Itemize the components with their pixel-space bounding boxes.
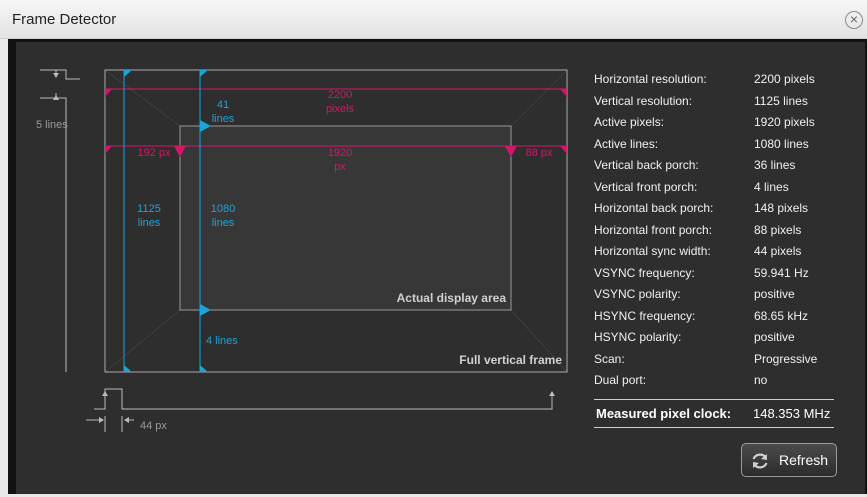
info-row: Active pixels: 1920 pixels <box>594 111 844 133</box>
timing-info-list: Horizontal resolution: 2200 pixels Vertic… <box>594 68 844 391</box>
refresh-icon <box>752 453 768 469</box>
refresh-label: Refresh <box>779 452 829 468</box>
info-label: Vertical back porch: <box>594 158 699 172</box>
full-frame-label: Full vertical frame <box>459 353 562 367</box>
pixel-clock-value: 148.353 MHz <box>753 406 831 421</box>
info-row: Vertical resolution: 1125 lines <box>594 90 844 112</box>
v-back-porch-value: 41 <box>217 99 229 111</box>
total-width-value: 2200 <box>328 89 352 101</box>
info-value: 88 pixels <box>754 222 802 237</box>
info-label: Vertical front porch: <box>594 179 698 194</box>
info-row: VSYNC frequency: 59.941 Hz <box>594 262 844 284</box>
active-lines-value: 1080 <box>211 203 235 215</box>
info-label: Horizontal front porch: <box>594 222 713 237</box>
active-width-value: 1920 <box>328 147 352 159</box>
info-label: Horizontal sync width: <box>594 244 711 258</box>
active-width-unit: px <box>334 161 346 173</box>
info-value: 1920 pixels <box>754 115 815 129</box>
info-value: 36 lines <box>754 158 796 172</box>
info-row: Horizontal sync width: 44 pixels <box>594 240 844 262</box>
info-row: Vertical front porch: 4 lines <box>594 176 844 198</box>
info-label: HSYNC polarity: <box>594 330 682 344</box>
info-value: positive <box>754 287 795 301</box>
info-label: Active lines: <box>594 136 659 151</box>
info-label: Active pixels: <box>594 115 665 129</box>
info-value: Progressive <box>754 351 818 366</box>
info-value: 68.65 kHz <box>754 308 809 323</box>
info-row: Vertical back porch: 36 lines <box>594 154 844 176</box>
info-label: VSYNC frequency: <box>594 265 695 280</box>
vsync-pulse-diagram <box>40 69 80 372</box>
info-row: Active lines: 1080 lines <box>594 133 844 155</box>
active-lines-unit: lines <box>212 217 235 229</box>
info-row: Dual port: no <box>594 369 844 391</box>
h-back-porch-label: 192 px <box>137 147 171 159</box>
info-value: no <box>754 373 768 387</box>
total-lines-unit: lines <box>138 217 161 229</box>
h-front-porch-label: 88 px <box>526 147 553 159</box>
info-row: HSYNC polarity: positive <box>594 326 844 348</box>
v-back-porch-unit: lines <box>212 113 235 125</box>
info-label: Horizontal resolution: <box>594 72 707 86</box>
info-value: 1080 lines <box>754 136 809 151</box>
info-row: Scan: Progressive <box>594 348 844 370</box>
info-label: HSYNC frequency: <box>594 308 696 323</box>
refresh-button[interactable]: Refresh <box>741 443 837 477</box>
info-value: 148 pixels <box>754 201 809 215</box>
info-value: 59.941 Hz <box>754 265 809 280</box>
info-row: VSYNC polarity: positive <box>594 283 844 305</box>
info-row: Horizontal front porch: 88 pixels <box>594 219 844 241</box>
info-value: 2200 pixels <box>754 72 815 86</box>
info-label: VSYNC polarity: <box>594 287 681 301</box>
v-front-porch-label: 4 lines <box>206 335 238 347</box>
info-value: positive <box>754 330 795 344</box>
info-label: Scan: <box>594 351 625 366</box>
divider <box>594 399 834 400</box>
divider <box>594 427 834 428</box>
info-row: Horizontal resolution: 2200 pixels <box>594 68 844 90</box>
info-value: 1125 lines <box>754 93 808 108</box>
active-area-label: Actual display area <box>397 291 507 305</box>
info-value: 4 lines <box>754 179 789 194</box>
frame-detector-window: Frame Detector × 2200 pixels 1920 px 192… <box>0 0 867 497</box>
info-label: Horizontal back porch: <box>594 201 714 215</box>
info-label: Vertical resolution: <box>594 93 693 108</box>
pixel-clock-label: Measured pixel clock: <box>596 406 732 421</box>
hsync-width-label: 44 px <box>140 420 167 432</box>
total-width-unit: pixels <box>326 103 355 115</box>
info-row: Horizontal back porch: 148 pixels <box>594 197 844 219</box>
total-lines-value: 1125 <box>137 203 161 215</box>
vsync-width-label: 5 lines <box>36 119 68 131</box>
info-value: 44 pixels <box>754 244 802 258</box>
info-label: Dual port: <box>594 373 647 387</box>
info-row: HSYNC frequency: 68.65 kHz <box>594 305 844 327</box>
